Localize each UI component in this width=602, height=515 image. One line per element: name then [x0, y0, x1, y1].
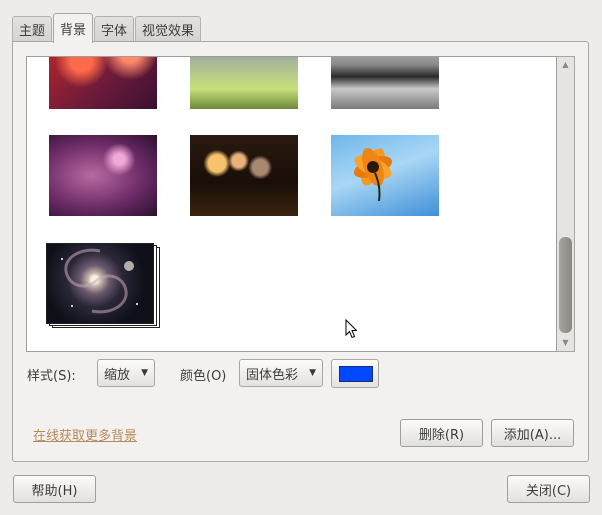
style-label: 样式(S): — [27, 369, 76, 384]
help-button[interactable]: 帮助(H) — [13, 475, 96, 503]
tab-bar: 主题 背景 字体 视觉效果 — [12, 13, 202, 43]
close-button[interactable]: 关闭(C) — [507, 475, 590, 503]
scrollbar-thumb[interactable] — [559, 237, 572, 333]
color-label: 颜色(O) — [180, 369, 227, 384]
color-picker-button[interactable] — [331, 359, 379, 388]
tab-label: 主题 — [19, 24, 46, 39]
style-combo[interactable]: 缩放 ▼ — [97, 359, 155, 387]
mouse-pointer-icon — [345, 319, 357, 339]
color-mode-combo[interactable]: 固体色彩 ▼ — [239, 359, 323, 387]
gallery-scrollbar[interactable]: ▲ ▼ — [557, 56, 575, 352]
tab-fonts[interactable]: 字体 — [94, 16, 135, 42]
triangle-down-icon: ▼ — [141, 368, 148, 378]
add-button-label: 添加(A)... — [503, 427, 562, 443]
color-mode-value: 固体色彩 — [246, 367, 299, 383]
help-button-label: 帮助(H) — [31, 483, 78, 499]
tab-visual-effects[interactable]: 视觉效果 — [135, 16, 202, 42]
get-more-backgrounds-link[interactable]: 在线获取更多背景 — [33, 425, 137, 444]
wallpaper-thumbnail-red-bokeh[interactable] — [49, 57, 157, 109]
color-swatch — [339, 366, 373, 382]
up-arrow-icon[interactable]: ▲ — [557, 58, 574, 72]
tab-theme[interactable]: 主题 — [12, 16, 53, 42]
tab-label: 背景 — [60, 23, 87, 38]
down-arrow-icon[interactable]: ▼ — [557, 336, 574, 350]
tab-label: 字体 — [101, 24, 128, 39]
galaxy-image — [61, 248, 138, 314]
tab-background[interactable]: 背景 — [53, 13, 94, 43]
wallpaper-thumbnail-warm-bokeh[interactable] — [190, 135, 298, 216]
wallpaper-thumbnail-green-glass[interactable] — [190, 57, 298, 109]
wallpaper-thumbnail-galaxy[interactable] — [46, 243, 154, 324]
remove-button[interactable]: 删除(R) — [400, 419, 483, 447]
add-button[interactable]: 添加(A)... — [491, 419, 574, 447]
wallpaper-gallery[interactable] — [26, 56, 557, 352]
remove-button-label: 删除(R) — [418, 427, 465, 443]
style-combo-value: 缩放 — [104, 367, 131, 383]
wallpaper-thumbnail-orange-flower[interactable] — [331, 135, 439, 216]
wallpaper-thumbnail-grey-glass[interactable] — [331, 57, 439, 109]
close-button-label: 关闭(C) — [525, 483, 572, 499]
tab-label: 视觉效果 — [142, 24, 195, 39]
flower-image — [353, 147, 393, 201]
triangle-down-icon: ▼ — [309, 368, 316, 378]
wallpaper-thumbnail-purple-bokeh[interactable] — [49, 135, 157, 216]
